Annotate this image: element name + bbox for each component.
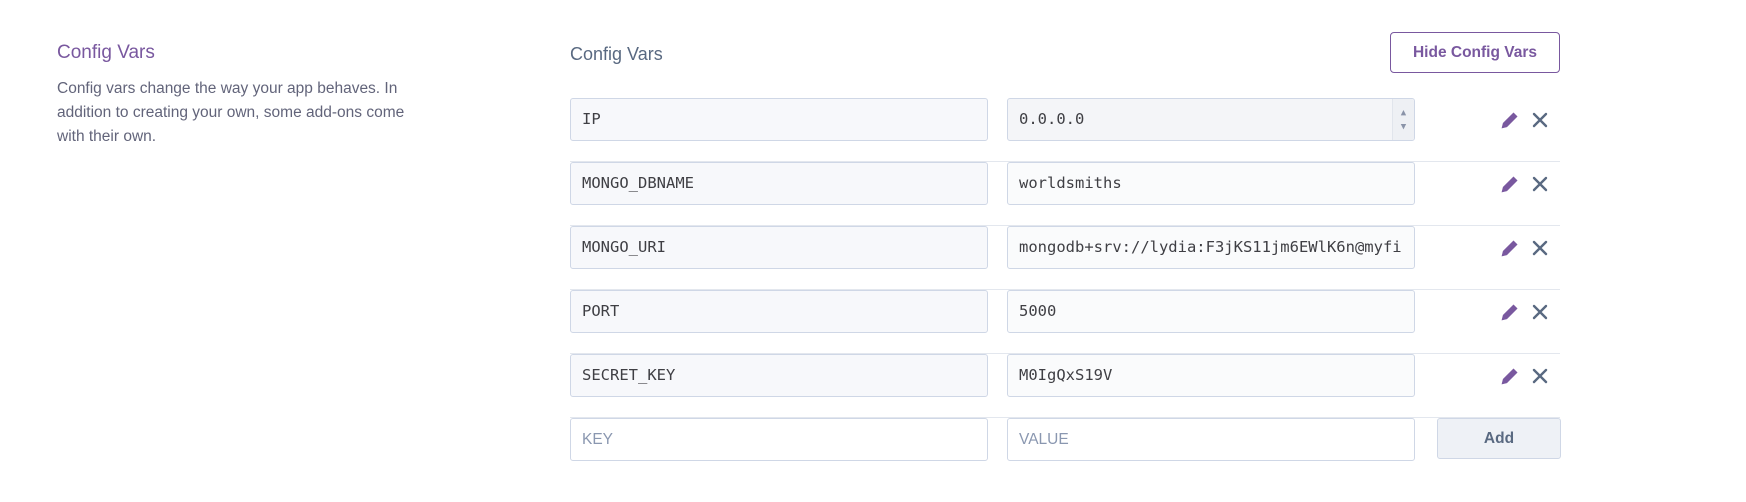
config-var-key-input[interactable]: MONGO_DBNAME	[570, 162, 988, 205]
config-vars-panel: Config Vars Hide Config Vars IP 0.0.0.0 …	[570, 32, 1561, 461]
value-spinner[interactable]: ▲ ▼	[1392, 99, 1414, 140]
new-key-input[interactable]: KEY	[570, 418, 988, 461]
config-var-value-input[interactable]: M0IgQxS19V	[1007, 354, 1415, 397]
hide-config-vars-button[interactable]: Hide Config Vars	[1390, 32, 1560, 73]
config-var-value-input[interactable]: 5000	[1007, 290, 1415, 333]
pencil-icon[interactable]	[1498, 172, 1522, 196]
config-vars-description-section: Config Vars Config vars change the way y…	[57, 42, 417, 149]
close-icon[interactable]	[1528, 172, 1552, 196]
config-var-row: SECRET_KEY M0IgQxS19V	[570, 354, 1560, 418]
new-config-var-row: KEY VALUE Add	[570, 418, 1561, 482]
close-icon[interactable]	[1528, 236, 1552, 260]
config-var-key-input[interactable]: SECRET_KEY	[570, 354, 988, 397]
config-var-key-input[interactable]: MONGO_URI	[570, 226, 988, 269]
config-var-key-input[interactable]: IP	[570, 98, 988, 141]
add-config-var-button[interactable]: Add	[1437, 418, 1561, 459]
pencil-icon[interactable]	[1498, 364, 1522, 388]
spinner-up-icon[interactable]: ▲	[1401, 106, 1406, 120]
close-icon[interactable]	[1528, 108, 1552, 132]
config-var-value-text: 0.0.0.0	[1019, 110, 1085, 128]
config-var-value-input[interactable]: mongodb+srv://lydia:F3jKS11jm6EWlK6n@myf…	[1007, 226, 1415, 269]
panel-title: Config Vars	[570, 44, 663, 64]
section-title: Config Vars	[57, 42, 155, 63]
config-var-row: IP 0.0.0.0 ▲ ▼	[570, 98, 1560, 162]
section-description: Config vars change the way your app beha…	[57, 80, 405, 145]
config-vars-page: Config Vars Config vars change the way y…	[0, 0, 1746, 502]
config-var-row: MONGO_DBNAME worldsmiths	[570, 162, 1560, 226]
close-icon[interactable]	[1528, 300, 1552, 324]
row-actions	[1498, 172, 1558, 196]
row-actions	[1498, 300, 1558, 324]
config-var-key-input[interactable]: PORT	[570, 290, 988, 333]
config-var-value-input[interactable]: worldsmiths	[1007, 162, 1415, 205]
panel-header: Config Vars Hide Config Vars	[570, 32, 1560, 74]
pencil-icon[interactable]	[1498, 236, 1522, 260]
row-actions	[1498, 236, 1558, 260]
pencil-icon[interactable]	[1498, 300, 1522, 324]
row-actions	[1498, 364, 1558, 388]
pencil-icon[interactable]	[1498, 108, 1522, 132]
new-value-input[interactable]: VALUE	[1007, 418, 1415, 461]
row-actions	[1498, 108, 1558, 132]
close-icon[interactable]	[1528, 364, 1552, 388]
config-var-row: MONGO_URI mongodb+srv://lydia:F3jKS11jm6…	[570, 226, 1560, 290]
config-var-row: PORT 5000	[570, 290, 1560, 354]
config-var-value-input[interactable]: 0.0.0.0 ▲ ▼	[1007, 98, 1415, 141]
spinner-down-icon[interactable]: ▼	[1401, 120, 1406, 134]
config-vars-list: IP 0.0.0.0 ▲ ▼ MONGO_DBNAME worldsmiths …	[570, 98, 1561, 482]
